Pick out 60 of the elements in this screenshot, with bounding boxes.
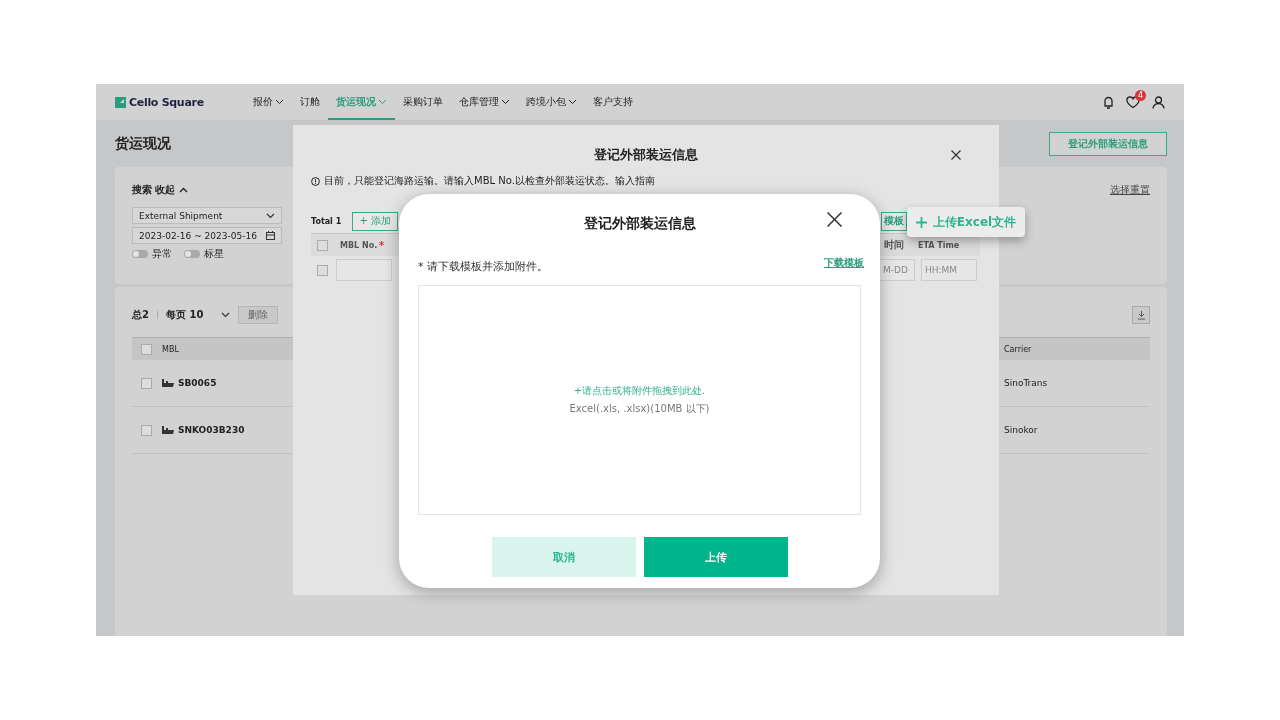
close-icon[interactable]: [827, 212, 842, 227]
checkbox[interactable]: [141, 343, 152, 355]
table-cell-text: Sinokor: [1004, 425, 1039, 435]
delete-button[interactable]: 删除: [238, 306, 279, 324]
column-header: MBL No.: [340, 240, 378, 250]
logo-icon: [115, 96, 126, 108]
date-range-field[interactable]: 2023-02-16 ~ 2023-05-16: [132, 227, 282, 244]
drop-text: +请点击或将附件拖拽到此处.: [573, 384, 706, 398]
date-input[interactable]: M-DD: [879, 259, 915, 281]
notice-text: 目前，只能登记海路运输。请输入MBL No.以检查外部装运状态。输入指南: [324, 174, 655, 188]
ship-icon: [162, 426, 174, 434]
mbl-input[interactable]: [336, 259, 392, 281]
drop-zone[interactable]: +请点击或将附件拖拽到此处. Excel(.xls, .xlsx)(10MB 以下): [418, 285, 861, 515]
column-header: Carrier: [1004, 344, 1033, 354]
nav-item[interactable]: 仓库管理: [451, 84, 518, 120]
drop-hint: Excel(.xls, .xlsx)(10MB 以下): [569, 402, 710, 416]
download-icon: [1136, 310, 1146, 320]
column-header: ETA Time: [918, 240, 961, 250]
switch-label: 异常: [152, 247, 172, 261]
download-button[interactable]: [1132, 306, 1150, 324]
switch-label: 标星: [204, 247, 224, 261]
table-cell: SNKO03B230: [178, 425, 245, 435]
checkbox[interactable]: [317, 239, 328, 251]
toggle-switch[interactable]: [132, 250, 148, 258]
info-icon: [311, 176, 320, 186]
nav-item[interactable]: 跨境小包: [518, 84, 585, 120]
close-icon[interactable]: [951, 150, 961, 160]
chevron-down-icon: [266, 212, 275, 219]
table-cell: SB0065: [178, 378, 217, 388]
total-count: Total 1: [311, 216, 342, 226]
reset-link[interactable]: 选择重置: [1110, 183, 1150, 197]
nav-item[interactable]: 报价: [245, 84, 292, 120]
toggle-switch[interactable]: [184, 250, 200, 258]
nav-item[interactable]: 采购订单: [395, 84, 451, 120]
nav-item[interactable]: 订舱: [292, 84, 328, 120]
column-header: 时间: [884, 238, 905, 252]
dialog-title: 登记外部装运信息: [594, 146, 698, 164]
total-count: 总2: [132, 308, 149, 322]
table-cell-text: SinoTrans: [1004, 378, 1049, 388]
instruction-text: * 请下载模板并添加附件。: [418, 258, 548, 274]
logo-text[interactable]: Cello Square: [129, 95, 204, 109]
nav-item[interactable]: 客户支持: [585, 84, 641, 120]
chevron-icon: [179, 187, 189, 193]
shipment-type-select[interactable]: External Shipment: [132, 207, 282, 224]
checkbox[interactable]: [317, 264, 328, 276]
plus-icon: [915, 216, 927, 228]
column-header: MBL: [162, 344, 180, 354]
page-size-select[interactable]: 每页 10: [165, 308, 231, 322]
checkbox[interactable]: [141, 377, 152, 389]
chevron-down-icon: [221, 312, 231, 318]
bell-icon[interactable]: [1103, 95, 1114, 109]
notification-badge: 4: [1135, 89, 1146, 101]
search-toggle[interactable]: 搜索 收起: [132, 183, 189, 197]
ship-icon: [162, 379, 174, 387]
page-title: 货运现况: [115, 134, 171, 153]
user-icon[interactable]: [1152, 95, 1165, 109]
dialog-title: 登记外部装运信息: [583, 215, 696, 233]
calendar-icon: [266, 231, 275, 240]
checkbox[interactable]: [141, 424, 152, 436]
time-input[interactable]: HH:MM: [921, 259, 977, 281]
